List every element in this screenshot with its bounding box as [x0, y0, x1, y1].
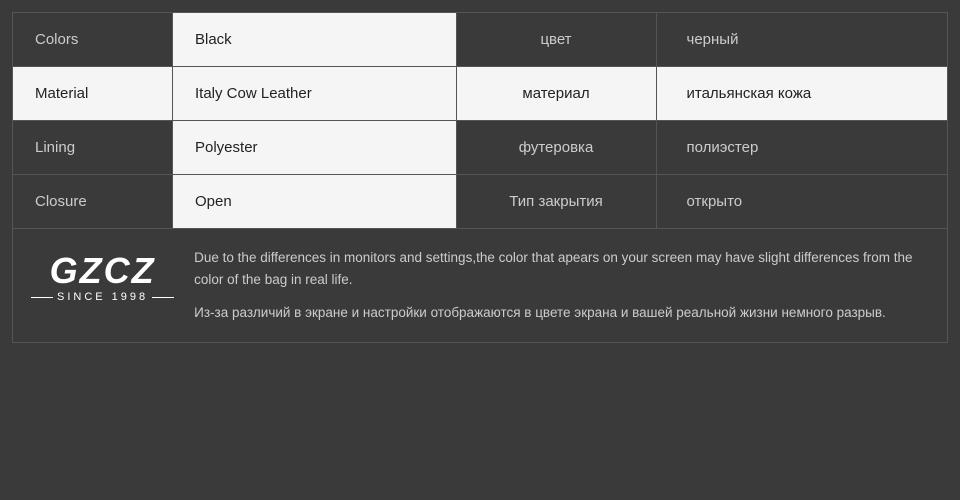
table-row: Closure Open Тип закрытия открыто: [13, 175, 947, 228]
closure-value-en: Open: [173, 175, 457, 228]
table-row: Colors Black цвет черный: [13, 13, 947, 67]
lining-value-en: Polyester: [173, 121, 457, 174]
logo-name: GZCZ: [50, 253, 156, 289]
lining-label: Lining: [13, 121, 173, 174]
logo-line-left: [31, 297, 53, 298]
colors-ru-value: черный: [657, 13, 948, 66]
logo-line-right: [152, 297, 174, 298]
logo-since: SINCE 1998: [31, 291, 174, 303]
main-container: Colors Black цвет черный Material Italy …: [0, 0, 960, 500]
material-ru-label: материал: [457, 67, 657, 120]
material-ru-value: итальянская кожа: [657, 67, 948, 120]
footer-text-ru: Из-за различий в экране и настройки отоб…: [194, 302, 929, 324]
brand-logo: GZCZ SINCE 1998: [31, 247, 174, 303]
closure-ru-value: открыто: [657, 175, 948, 228]
colors-label: Colors: [13, 13, 173, 66]
footer-text-en: Due to the differences in monitors and s…: [194, 247, 929, 290]
material-label: Material: [13, 67, 173, 120]
colors-value-en: Black: [173, 13, 457, 66]
product-table: Colors Black цвет черный Material Italy …: [12, 12, 948, 229]
table-row: Material Italy Cow Leather материал итал…: [13, 67, 947, 121]
closure-ru-label: Тип закрытия: [457, 175, 657, 228]
colors-ru-label: цвет: [457, 13, 657, 66]
footer-description: Due to the differences in monitors and s…: [194, 247, 929, 324]
lining-ru-value: полиэстер: [657, 121, 948, 174]
lining-ru-label: футеровка: [457, 121, 657, 174]
closure-label: Closure: [13, 175, 173, 228]
footer-section: GZCZ SINCE 1998 Due to the differences i…: [12, 229, 948, 343]
material-value-en: Italy Cow Leather: [173, 67, 457, 120]
table-row: Lining Polyester футеровка полиэстер: [13, 121, 947, 175]
